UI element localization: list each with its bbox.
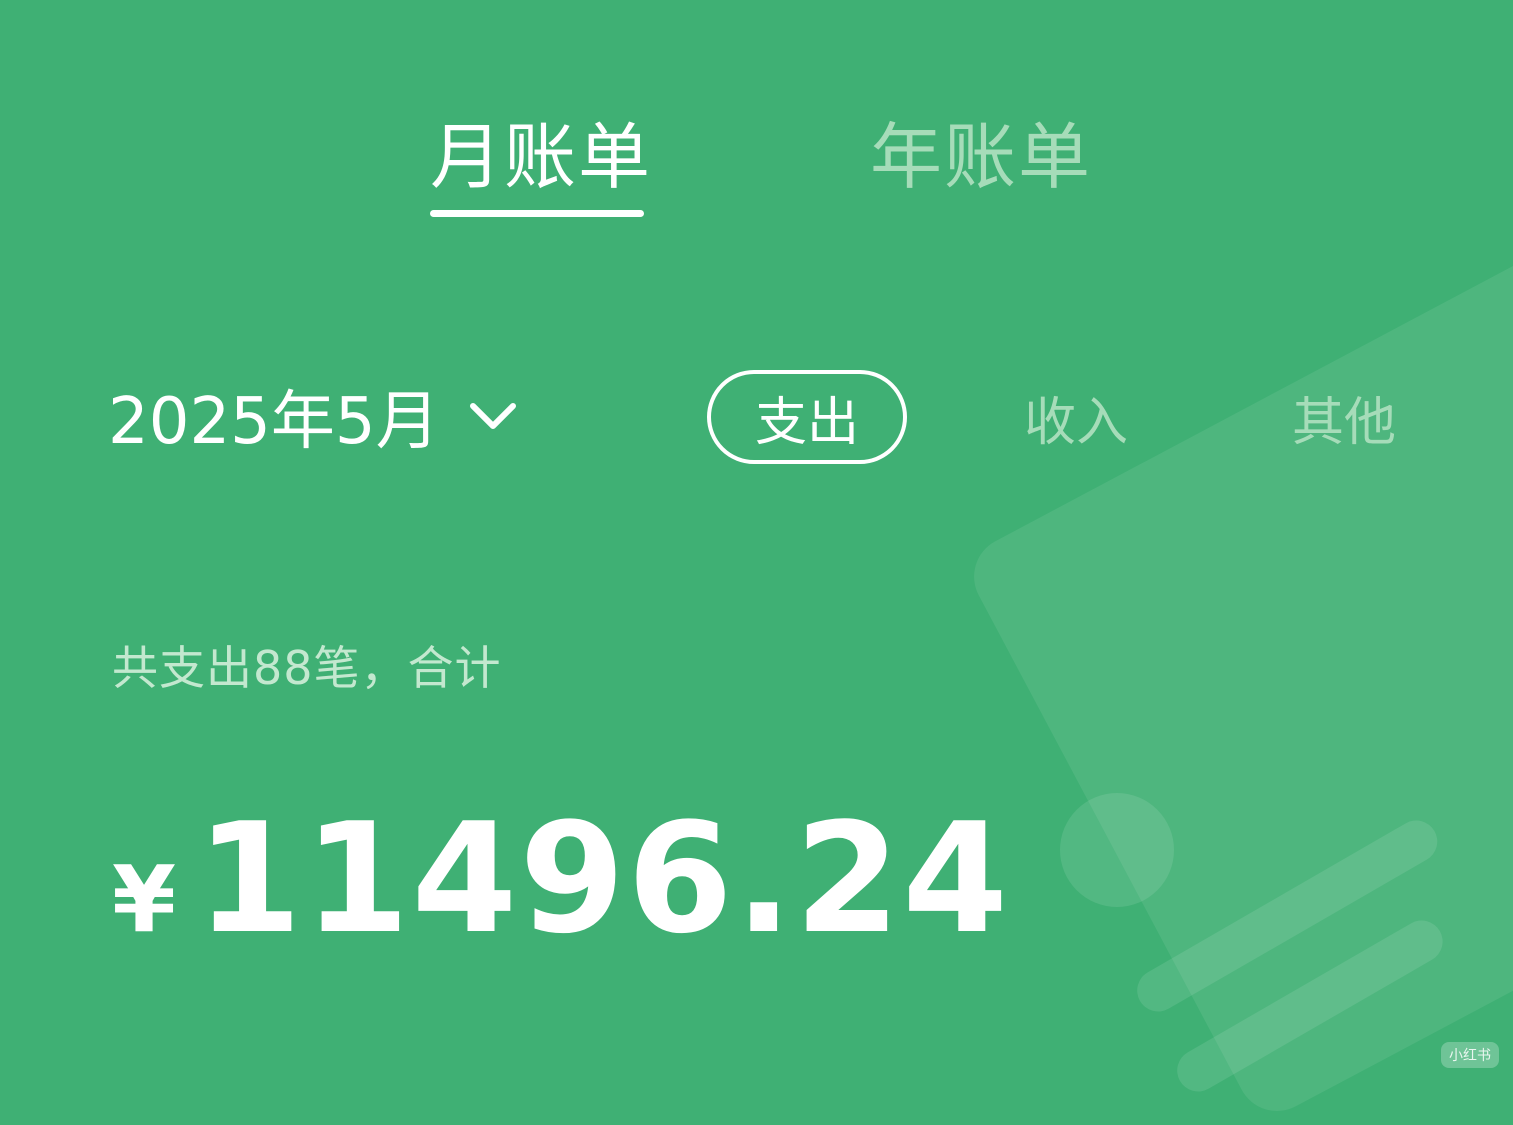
month-selector[interactable]: 2025年5月 bbox=[108, 376, 518, 459]
amount-value: 11496.24 bbox=[196, 790, 1011, 967]
decorative-circle bbox=[1060, 793, 1174, 907]
watermark-label: 小红书 bbox=[1441, 1042, 1499, 1068]
expense-summary-text: 共支出88笔，合计 bbox=[112, 641, 502, 695]
active-tab-indicator bbox=[430, 210, 644, 217]
filter-income[interactable]: 收入 bbox=[1020, 370, 1132, 464]
tab-monthly-bill[interactable]: 月账单 bbox=[430, 98, 652, 203]
currency-symbol: ¥ bbox=[112, 846, 177, 953]
decorative-card bbox=[960, 231, 1513, 1125]
filter-other[interactable]: 其他 bbox=[1288, 370, 1400, 464]
filter-expense[interactable]: 支出 bbox=[707, 370, 907, 464]
tab-yearly-bill[interactable]: 年账单 bbox=[870, 98, 1092, 203]
total-amount: ¥ 11496.24 bbox=[112, 790, 1010, 967]
month-label: 2025年5月 bbox=[108, 385, 440, 459]
bill-tabs: 月账单 年账单 bbox=[0, 98, 1513, 228]
chevron-down-icon bbox=[468, 400, 518, 438]
